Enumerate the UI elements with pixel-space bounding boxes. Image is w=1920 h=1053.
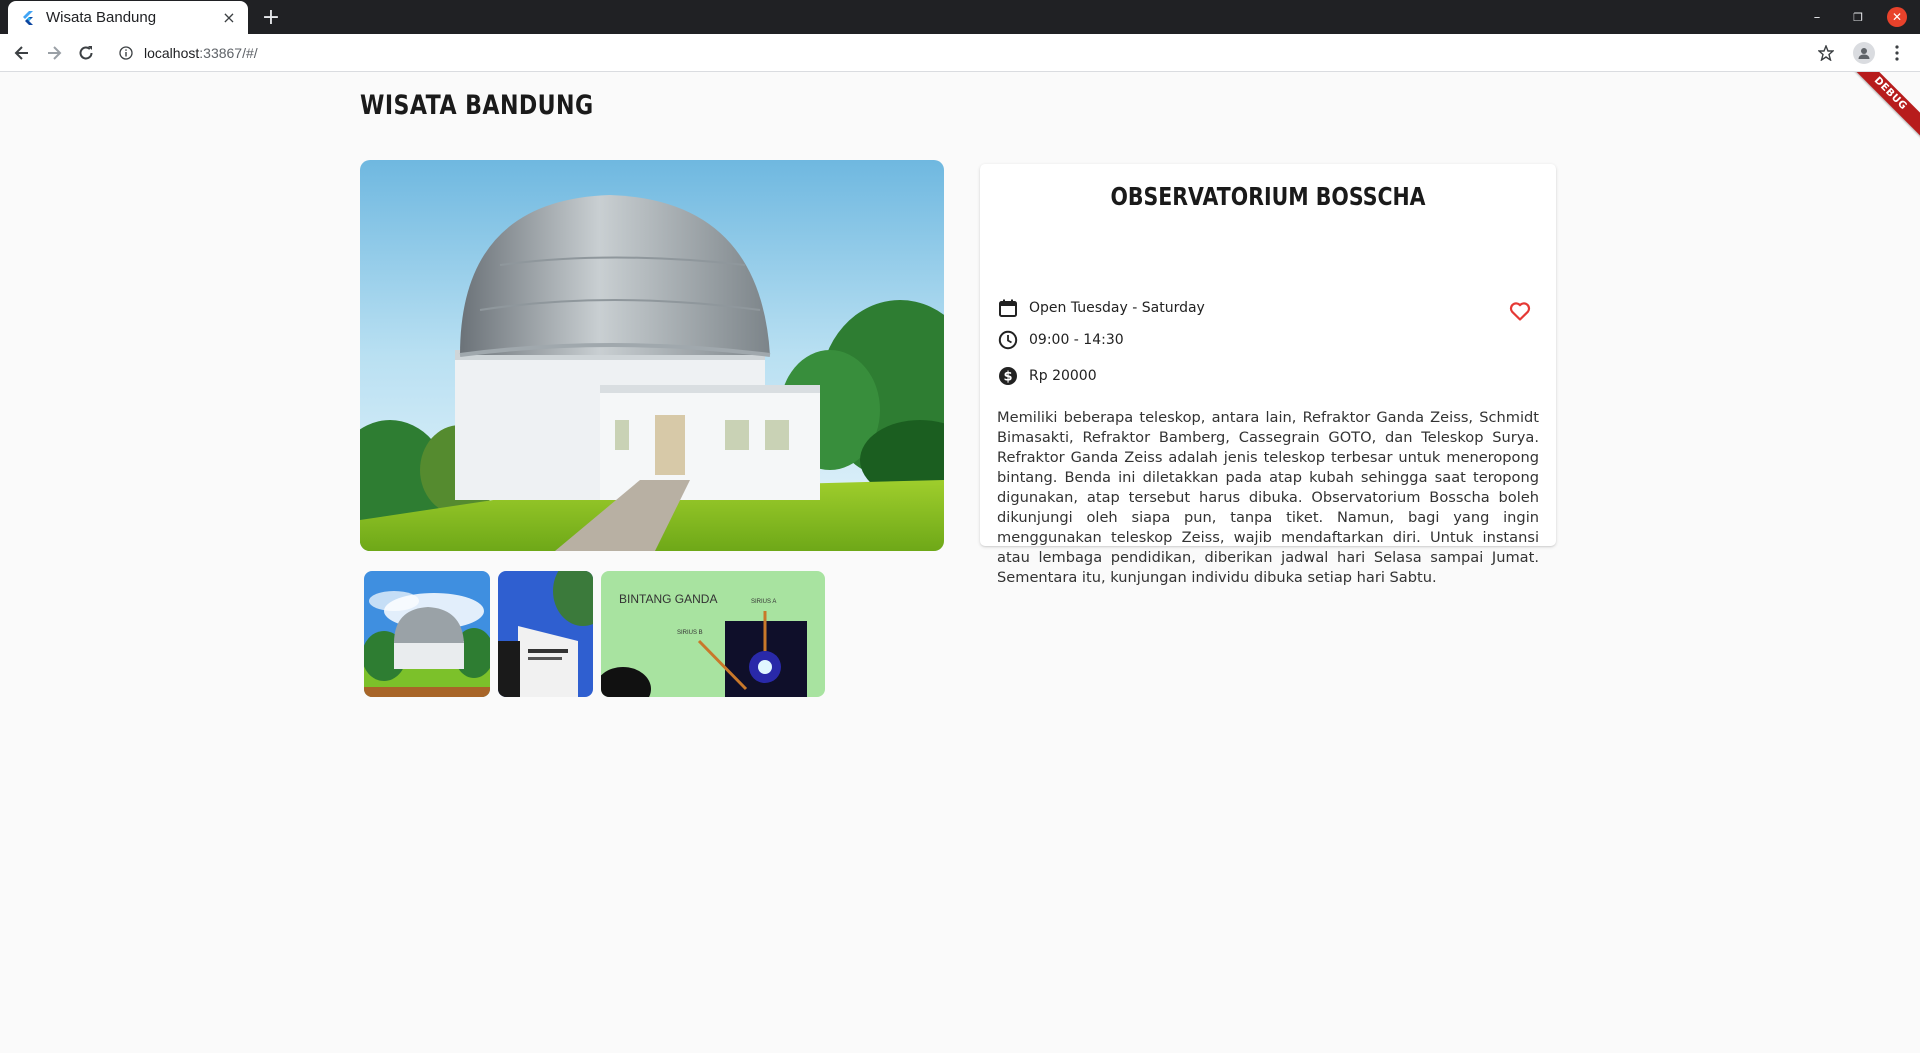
browser-menu-icon[interactable]	[1889, 42, 1905, 64]
tab-title: Wisata Bandung	[46, 9, 157, 26]
place-name: OBSERVATORIUM BOSSCHA	[1110, 182, 1426, 211]
app-title: WISATA BANDUNG	[360, 90, 594, 121]
maximize-window-button[interactable]: ❐	[1848, 7, 1868, 27]
gallery-label-b: SIRIUS B	[677, 630, 703, 636]
browser-tab[interactable]: Wisata Bandung ×	[8, 1, 248, 34]
url-path: :33867/#/	[199, 45, 258, 61]
ticket-price-row: $ Rp 20000	[997, 365, 1097, 387]
place-detail-card: OBSERVATORIUM BOSSCHA Open Tuesday - Sat…	[980, 164, 1556, 586]
app-viewport: DEBUG WISATA BANDUNG BINTANG GANDA SIRIU…	[0, 72, 1920, 1053]
gallery-panel-title: BINTANG GANDA	[619, 592, 717, 606]
main-place-photo	[360, 160, 944, 551]
reload-icon[interactable]	[74, 41, 98, 65]
close-window-button[interactable]: ✕	[1887, 7, 1907, 27]
gallery-thumbnail[interactable]	[364, 571, 490, 697]
bookmark-star-icon[interactable]	[1815, 42, 1837, 64]
browser-toolbar: localhost:33867/#/	[0, 34, 1920, 72]
debug-banner: DEBUG	[1841, 72, 1920, 143]
back-arrow-icon[interactable]	[10, 41, 34, 65]
ticket-price-text: Rp 20000	[1029, 368, 1097, 384]
clock-icon	[997, 329, 1019, 351]
svg-text:$: $	[1003, 370, 1012, 385]
open-days-text: Open Tuesday - Saturday	[1029, 300, 1205, 316]
profile-avatar-icon[interactable]	[1853, 42, 1875, 64]
photo-gallery: BINTANG GANDA SIRIUS A SIRIUS B	[364, 571, 825, 697]
minimize-window-button[interactable]: –	[1807, 7, 1827, 27]
url-host: localhost	[144, 45, 200, 61]
place-description: Memiliki beberapa teleskop, antara lain,…	[997, 409, 1539, 586]
dollar-icon: $	[997, 365, 1019, 387]
new-tab-button[interactable]: +	[258, 4, 284, 30]
close-tab-icon[interactable]: ×	[220, 8, 238, 27]
url-text: localhost:33867/#/	[144, 45, 258, 61]
gallery-thumbnail[interactable]: BINTANG GANDA SIRIUS A SIRIUS B	[601, 571, 825, 697]
calendar-icon	[997, 297, 1019, 319]
site-info-icon[interactable]	[118, 45, 134, 61]
address-bar[interactable]: localhost:33867/#/	[108, 39, 1830, 67]
opening-hours-text: 09:00 - 14:30	[1029, 332, 1124, 348]
flutter-favicon-icon	[20, 10, 36, 26]
browser-tab-strip: Wisata Bandung × + – ❐ ✕	[0, 0, 1920, 34]
opening-hours-row: 09:00 - 14:30	[997, 329, 1124, 351]
gallery-label-a: SIRIUS A	[751, 599, 776, 605]
heart-outline-icon[interactable]	[1507, 298, 1533, 324]
forward-arrow-icon[interactable]	[42, 41, 66, 65]
open-days-row: Open Tuesday - Saturday	[997, 297, 1205, 319]
gallery-thumbnail[interactable]	[498, 571, 593, 697]
